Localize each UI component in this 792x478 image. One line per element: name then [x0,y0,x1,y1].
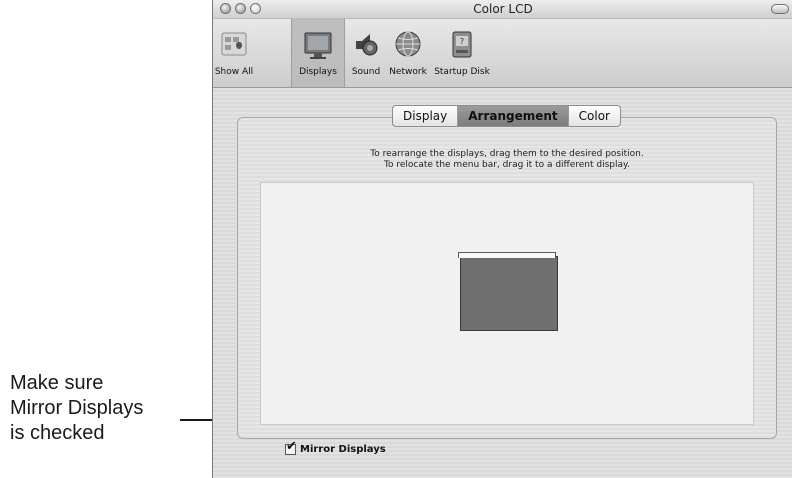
instructions-line-2: To relocate the menu bar, drag it to a d… [384,160,630,170]
callout-line-3: is checked [10,422,105,444]
mirror-displays-option[interactable]: ✔ Mirror Displays [285,440,386,455]
mirror-displays-checkbox[interactable]: ✔ [285,440,297,455]
preferences-window: Color LCD Show All Displays Sound Networ… [212,0,792,478]
display-arrangement-area[interactable] [260,182,754,425]
startup-disk-icon: ? [452,31,472,58]
tab-bar: Display Arrangement Color [392,105,621,127]
display-thumbnail[interactable] [460,256,558,331]
sound-icon [356,34,378,56]
window-title: Color LCD [473,2,533,16]
toolbar-label-displays: Displays [299,67,337,77]
instructions-line-1: To rearrange the displays, drag them to … [370,149,644,159]
checkmark-icon: ✔ [286,439,297,454]
tab-color[interactable]: Color [569,106,620,126]
toolbar-label-network: Network [389,67,427,77]
toolbar-show-all[interactable]: Show All [213,19,255,87]
tab-arrangement[interactable]: Arrangement [458,106,569,126]
arrangement-group-box: To rearrange the displays, drag them to … [237,117,777,455]
mirror-displays-label: Mirror Displays [300,444,386,455]
toolbar-label-show-all: Show All [214,67,254,77]
annotation-callout: Make sure Mirror Displays is checked [10,371,190,446]
svg-text:?: ? [460,37,464,46]
callout-line-1: Make sure [10,372,104,394]
toolbar-label-sound: Sound [351,67,381,77]
displays-icon [304,32,332,59]
toolbar: Show All Displays Sound Network ? Startu… [213,19,792,88]
toolbar-toggle-button[interactable] [771,4,789,14]
callout-line-2: Mirror Displays [10,397,144,419]
tab-display[interactable]: Display [393,106,459,126]
network-icon [395,31,421,57]
title-bar[interactable]: Color LCD [213,0,792,19]
show-all-icon [221,32,247,56]
toolbar-label-startup-disk: Startup Disk [434,67,490,77]
toolbar-displays[interactable]: Displays [291,19,345,87]
toolbar-network[interactable]: Network [386,19,430,87]
toolbar-startup-disk[interactable]: ? Startup Disk [431,19,493,87]
pane-content: Display Arrangement Color To rearrange t… [213,88,792,478]
menu-bar-indicator[interactable] [458,252,556,258]
instructions: To rearrange the displays, drag them to … [238,149,776,171]
toolbar-sound[interactable]: Sound [346,19,386,87]
